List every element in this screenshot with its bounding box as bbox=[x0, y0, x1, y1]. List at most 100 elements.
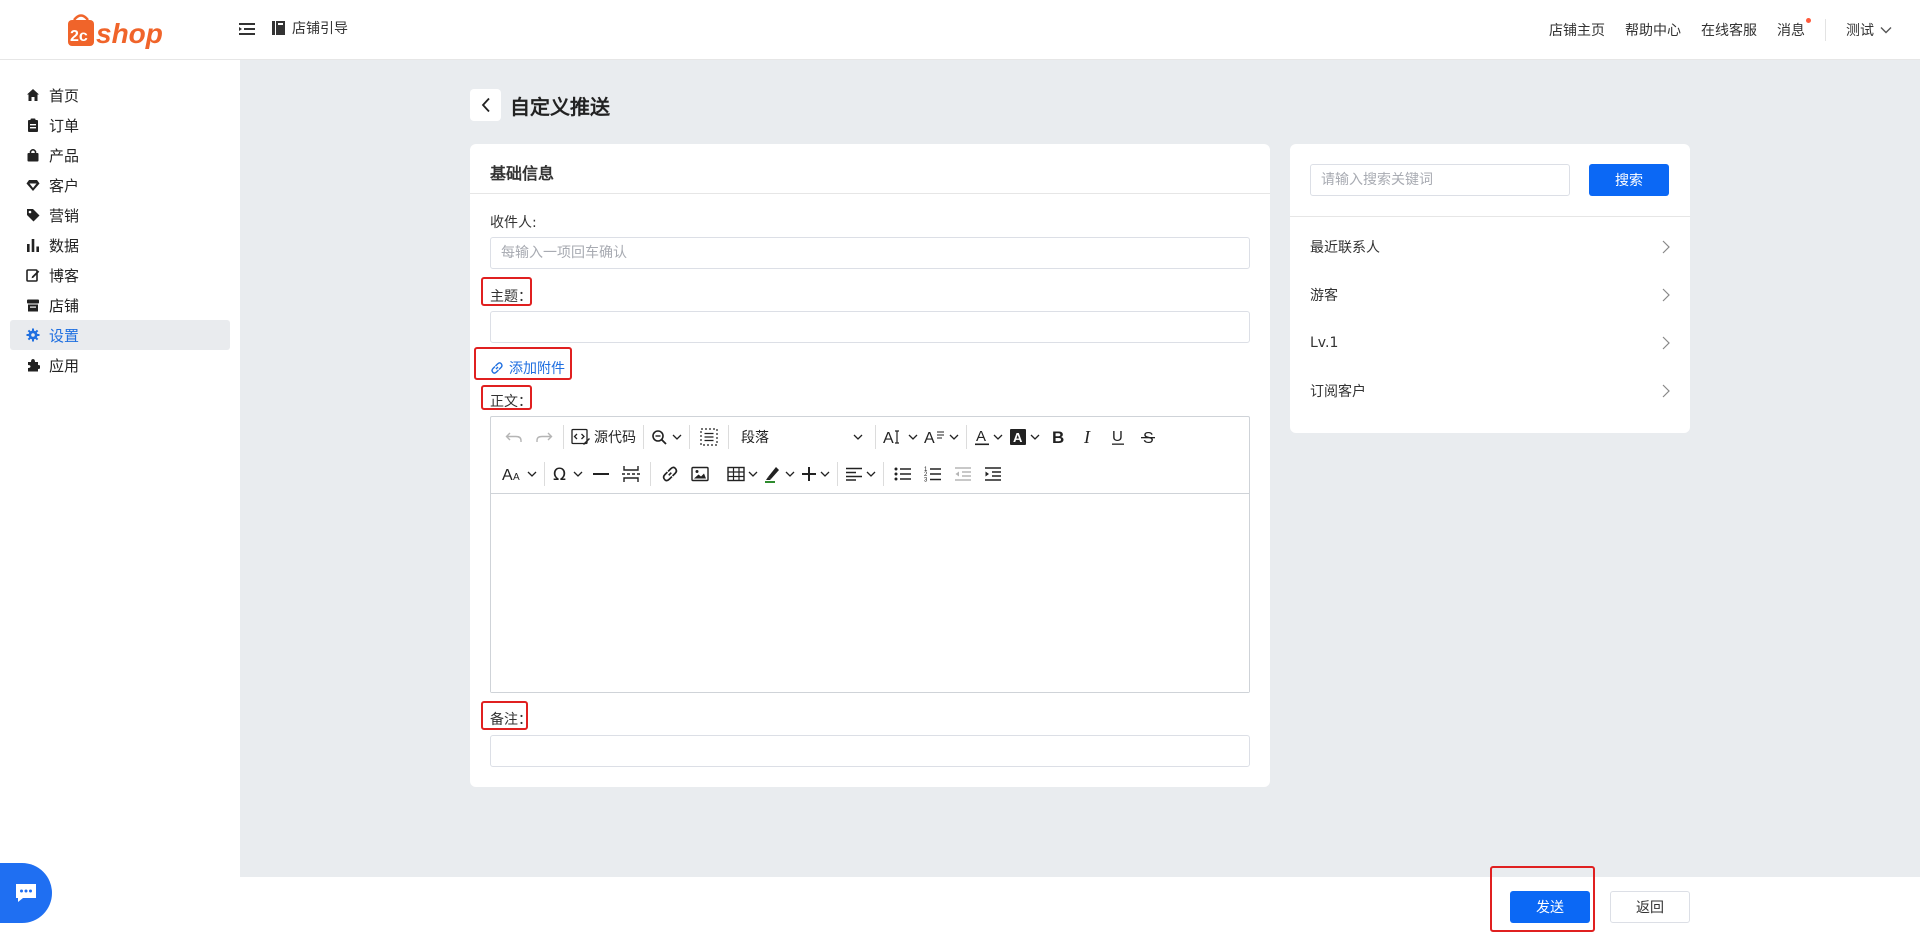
find-replace-button[interactable] bbox=[648, 423, 685, 451]
search-button[interactable]: 搜索 bbox=[1589, 164, 1669, 196]
chevron-down-icon bbox=[820, 471, 830, 477]
recipient-input[interactable] bbox=[490, 237, 1250, 269]
font-family-button[interactable]: AA bbox=[499, 460, 540, 488]
insert-button[interactable] bbox=[798, 460, 833, 488]
toolbar-separator bbox=[689, 424, 690, 449]
editor-content-area[interactable] bbox=[491, 495, 1249, 692]
clipboard-icon bbox=[28, 118, 38, 132]
sidebar-item-marketing[interactable]: 营销 bbox=[10, 200, 230, 230]
horizontal-line-icon[interactable] bbox=[586, 460, 616, 488]
2cshop-logo[interactable]: 2c shop bbox=[66, 10, 176, 50]
svg-text:2c: 2c bbox=[70, 28, 88, 45]
sidebar-item-home[interactable]: 首页 bbox=[10, 80, 230, 110]
toolbar-separator bbox=[643, 424, 644, 449]
outdent-icon[interactable] bbox=[948, 460, 978, 488]
editor-toolbar-row-2: AA Ω 1 2 3 bbox=[491, 455, 1249, 494]
redo-icon[interactable] bbox=[529, 423, 559, 451]
add-attachment-link[interactable]: 添加附件 bbox=[490, 358, 565, 378]
send-button[interactable]: 发送 bbox=[1510, 891, 1590, 923]
user-menu[interactable]: 测试 bbox=[1846, 20, 1892, 40]
indent-icon[interactable] bbox=[978, 460, 1008, 488]
group-label: 游客 bbox=[1310, 288, 1338, 304]
sidebar-item-customers[interactable]: 客户 bbox=[10, 170, 230, 200]
undo-icon[interactable] bbox=[499, 423, 529, 451]
store-icon bbox=[27, 299, 39, 312]
omega-icon: Ω bbox=[553, 465, 566, 483]
back-button[interactable] bbox=[470, 89, 501, 121]
svg-text:A: A bbox=[502, 467, 513, 482]
edit-icon bbox=[26, 269, 40, 282]
sidebar-item-data[interactable]: 数据 bbox=[10, 230, 230, 260]
return-button[interactable]: 返回 bbox=[1610, 891, 1690, 923]
search-replace-icon bbox=[652, 429, 667, 445]
page-break-icon[interactable] bbox=[616, 460, 646, 488]
chat-bubble-icon bbox=[16, 884, 36, 902]
sidebar-item-label: 数据 bbox=[49, 236, 80, 255]
background-color-icon: A bbox=[1010, 428, 1026, 445]
insert-table-button[interactable] bbox=[724, 460, 761, 488]
highlighter-icon bbox=[765, 467, 779, 483]
chevron-down-icon bbox=[1030, 434, 1040, 440]
sidebar-item-apps[interactable]: 应用 bbox=[10, 350, 230, 380]
sidebar-item-label: 设置 bbox=[49, 326, 80, 345]
source-code-button[interactable]: 源代码 bbox=[568, 423, 639, 451]
group-lv1[interactable]: Lv.1 bbox=[1310, 328, 1670, 358]
numbered-list-icon[interactable]: 123 bbox=[918, 460, 948, 488]
online-support-link[interactable]: 在线客服 bbox=[1701, 20, 1757, 40]
add-attachment-label: 添加附件 bbox=[509, 361, 565, 377]
group-visitors[interactable]: 游客 bbox=[1310, 280, 1670, 310]
align-button[interactable] bbox=[842, 460, 879, 488]
chevron-down-icon bbox=[993, 434, 1003, 440]
help-center-link[interactable]: 帮助中心 bbox=[1625, 20, 1681, 40]
insert-image-icon[interactable] bbox=[685, 460, 715, 488]
editor-toolbar-row-1: 源代码 段落 A A A A B I U S bbox=[491, 417, 1249, 456]
select-all-icon[interactable] bbox=[694, 423, 724, 451]
rich-text-editor: 源代码 段落 A A A A B I U S A A Ω 1 2 3 bbox=[490, 416, 1250, 693]
store-home-link[interactable]: 店铺主页 bbox=[1549, 20, 1605, 40]
bold-icon[interactable]: B bbox=[1043, 423, 1073, 451]
divider bbox=[1290, 216, 1690, 217]
sidebar-item-label: 首页 bbox=[49, 86, 80, 105]
bullet-list-icon[interactable] bbox=[888, 460, 918, 488]
sidebar-item-label: 营销 bbox=[49, 206, 80, 225]
insert-link-icon[interactable] bbox=[655, 460, 685, 488]
text-color-button[interactable]: A bbox=[971, 423, 1006, 451]
store-guide-link[interactable]: 店铺引导 bbox=[272, 18, 348, 38]
group-subscribers[interactable]: 订阅客户 bbox=[1310, 376, 1670, 406]
menu-fold-icon[interactable] bbox=[238, 20, 256, 38]
note-input[interactable] bbox=[490, 735, 1250, 767]
chevron-down-icon bbox=[908, 434, 918, 440]
plus-icon bbox=[802, 467, 816, 481]
unread-dot bbox=[1806, 18, 1811, 23]
keyword-search-input[interactable] bbox=[1310, 164, 1570, 196]
toolbar-separator bbox=[966, 424, 967, 449]
underline-icon[interactable]: U bbox=[1103, 423, 1133, 451]
paragraph-format-select[interactable]: 段落 bbox=[733, 423, 871, 451]
strikethrough-icon[interactable]: S bbox=[1133, 423, 1163, 451]
chevron-right-icon bbox=[1662, 288, 1670, 302]
sidebar-item-products[interactable]: 产品 bbox=[10, 140, 230, 170]
special-character-button[interactable]: Ω bbox=[549, 460, 586, 488]
divider bbox=[1825, 19, 1826, 41]
bar-chart-icon bbox=[27, 239, 39, 252]
svg-text:A: A bbox=[976, 428, 986, 445]
toolbar-separator bbox=[837, 462, 838, 486]
sidebar-item-settings[interactable]: 设置 bbox=[10, 320, 230, 350]
highlighter-button[interactable] bbox=[761, 460, 798, 488]
svg-text:B: B bbox=[1052, 428, 1064, 446]
svg-text:U: U bbox=[1112, 428, 1123, 445]
messages-link[interactable]: 消息 bbox=[1777, 18, 1811, 40]
font-size-button[interactable]: A bbox=[880, 423, 921, 451]
group-recent-contacts[interactable]: 最近联系人 bbox=[1310, 232, 1670, 262]
sidebar-item-store[interactable]: 店铺 bbox=[10, 290, 230, 320]
svg-text:I: I bbox=[1083, 428, 1091, 446]
sidebar-item-blog[interactable]: 博客 bbox=[10, 260, 230, 290]
recipient-groups-panel: 搜索 最近联系人 游客 Lv.1 订阅客户 bbox=[1290, 144, 1690, 433]
line-height-button[interactable]: A bbox=[921, 423, 962, 451]
background-color-button[interactable]: A bbox=[1006, 423, 1043, 451]
toolbar-separator bbox=[719, 462, 720, 486]
subject-input[interactable] bbox=[490, 311, 1250, 343]
toolbar-separator bbox=[875, 424, 876, 449]
italic-icon[interactable]: I bbox=[1073, 423, 1103, 451]
sidebar-item-orders[interactable]: 订单 bbox=[10, 110, 230, 140]
